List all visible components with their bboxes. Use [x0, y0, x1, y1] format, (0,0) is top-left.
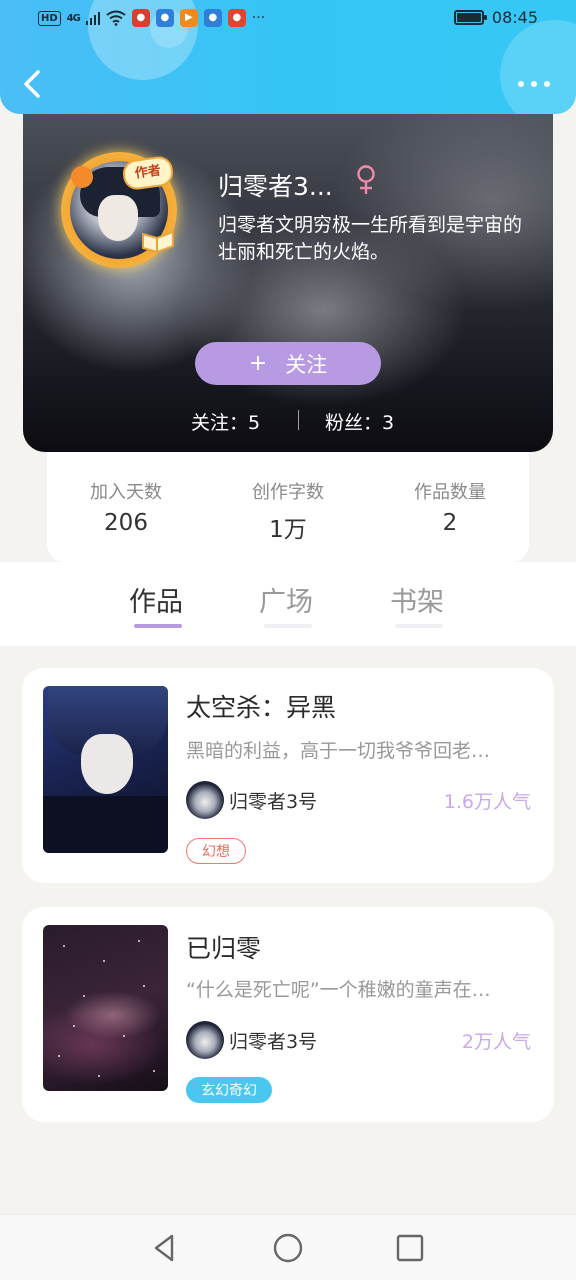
battery-icon: [453, 10, 487, 25]
author-name: 归零者3...: [218, 172, 333, 201]
book-icon: [142, 230, 174, 254]
signal-bars-icon: [85, 12, 100, 25]
content-tabs: 作品 广场 书架: [0, 562, 576, 646]
more-options-button[interactable]: [518, 70, 550, 98]
tab-indicator: [264, 624, 312, 628]
book-author-name: 归零者3号: [229, 791, 318, 813]
book-author-row: 归零者3号 1.6万人气: [186, 781, 531, 819]
app-notification-icon: ▶: [179, 9, 198, 27]
app-notification-icon: ●: [155, 9, 174, 27]
profile-header-card: 作者 归零者3... 归零者文明穷极一生所看到是宇宙的壮丽和死亡的火焰。 + 关…: [23, 100, 553, 452]
tab-bookshelf[interactable]: 书架: [390, 580, 444, 619]
status-bar: HD 4G ● ● ▶ ● ● ··· 08:45: [0, 0, 576, 40]
author-avatar-small: [186, 1021, 224, 1059]
book-card[interactable]: 太空杀：异黑 黑暗的利益，高于一切我爷爷回老… 归零者3号 1.6万人气 幻想: [22, 668, 554, 883]
app-notification-icon: ●: [131, 9, 150, 27]
back-button[interactable]: [18, 64, 48, 104]
genre-tag[interactable]: 幻想: [186, 838, 246, 864]
stat-works-count: 作品数量 2: [390, 478, 510, 536]
book-author-name: 归零者3号: [229, 1031, 318, 1053]
active-tab-indicator: [134, 624, 182, 628]
follow-button-label: 关注: [285, 352, 328, 377]
home-circle-icon[interactable]: [271, 1231, 305, 1265]
chevron-left-icon: [24, 70, 40, 98]
stat-word-count: 创作字数 1万: [228, 478, 348, 544]
tab-plaza[interactable]: 广场: [259, 580, 313, 619]
followers-count[interactable]: 粉丝：3: [325, 408, 394, 435]
author-stats-panel: 加入天数 206 创作字数 1万 作品数量 2: [47, 452, 529, 562]
follow-button[interactable]: + 关注: [195, 342, 381, 385]
divider: [298, 410, 299, 430]
app-notification-icon: ●: [227, 9, 246, 27]
app-notification-icon: ●: [203, 9, 222, 27]
stat-label: 作品数量: [414, 482, 486, 503]
author-bio: 归零者文明穷极一生所看到是宇宙的壮丽和死亡的火焰。: [218, 214, 523, 263]
stat-value: 1万: [269, 517, 307, 543]
book-cover-image[interactable]: [43, 686, 168, 853]
genre-tag[interactable]: 玄幻奇幻: [186, 1077, 272, 1103]
book-popularity: 1.6万人气: [443, 791, 531, 813]
book-description: 黑暗的利益，高于一切我爷爷回老…: [186, 740, 491, 762]
follow-counts: 关注：5 粉丝：3: [23, 406, 553, 436]
book-author-row: 归零者3号 2万人气: [186, 1021, 531, 1059]
book-cover-image[interactable]: [43, 925, 168, 1091]
clock: 08:45: [491, 8, 538, 27]
back-triangle-icon[interactable]: [148, 1231, 182, 1265]
tab-works[interactable]: 作品: [129, 580, 183, 619]
stat-value: 206: [104, 510, 148, 536]
book-title[interactable]: 太空杀：异黑: [186, 688, 336, 724]
system-navigation-bar: [0, 1214, 576, 1280]
more-notifications-icon: ···: [251, 10, 266, 26]
tab-indicator: [395, 624, 443, 628]
signal-indicator: 4G: [66, 12, 81, 24]
book-popularity: 2万人气: [461, 1031, 531, 1053]
following-count[interactable]: 关注：5: [191, 408, 260, 435]
book-card[interactable]: 已归零 “什么是死亡呢”一个稚嫩的童声在… 归零者3号 2万人气 玄幻奇幻: [22, 907, 554, 1122]
plus-icon: +: [248, 351, 268, 376]
author-profile-page: HD 4G ● ● ▶ ● ● ··· 08:45 作者 归零者3... 归零者…: [0, 0, 576, 1280]
hd-indicator: HD: [38, 10, 61, 26]
book-description: “什么是死亡呢”一个稚嫩的童声在…: [186, 979, 491, 1001]
top-header: HD 4G ● ● ▶ ● ● ··· 08:45: [0, 0, 576, 114]
stat-value: 2: [442, 510, 458, 536]
dot-icon: [518, 81, 524, 87]
moon-decoration-icon: [71, 166, 93, 188]
stat-days-joined: 加入天数 206: [66, 478, 186, 536]
female-gender-icon: [357, 165, 375, 194]
dot-icon: [544, 81, 550, 87]
wifi-icon: [106, 10, 126, 26]
recents-square-icon[interactable]: [393, 1231, 427, 1265]
stat-label: 加入天数: [90, 482, 162, 503]
dot-icon: [531, 81, 537, 87]
author-avatar-small: [186, 781, 224, 819]
book-title[interactable]: 已归零: [186, 929, 261, 965]
stat-label: 创作字数: [252, 482, 324, 503]
